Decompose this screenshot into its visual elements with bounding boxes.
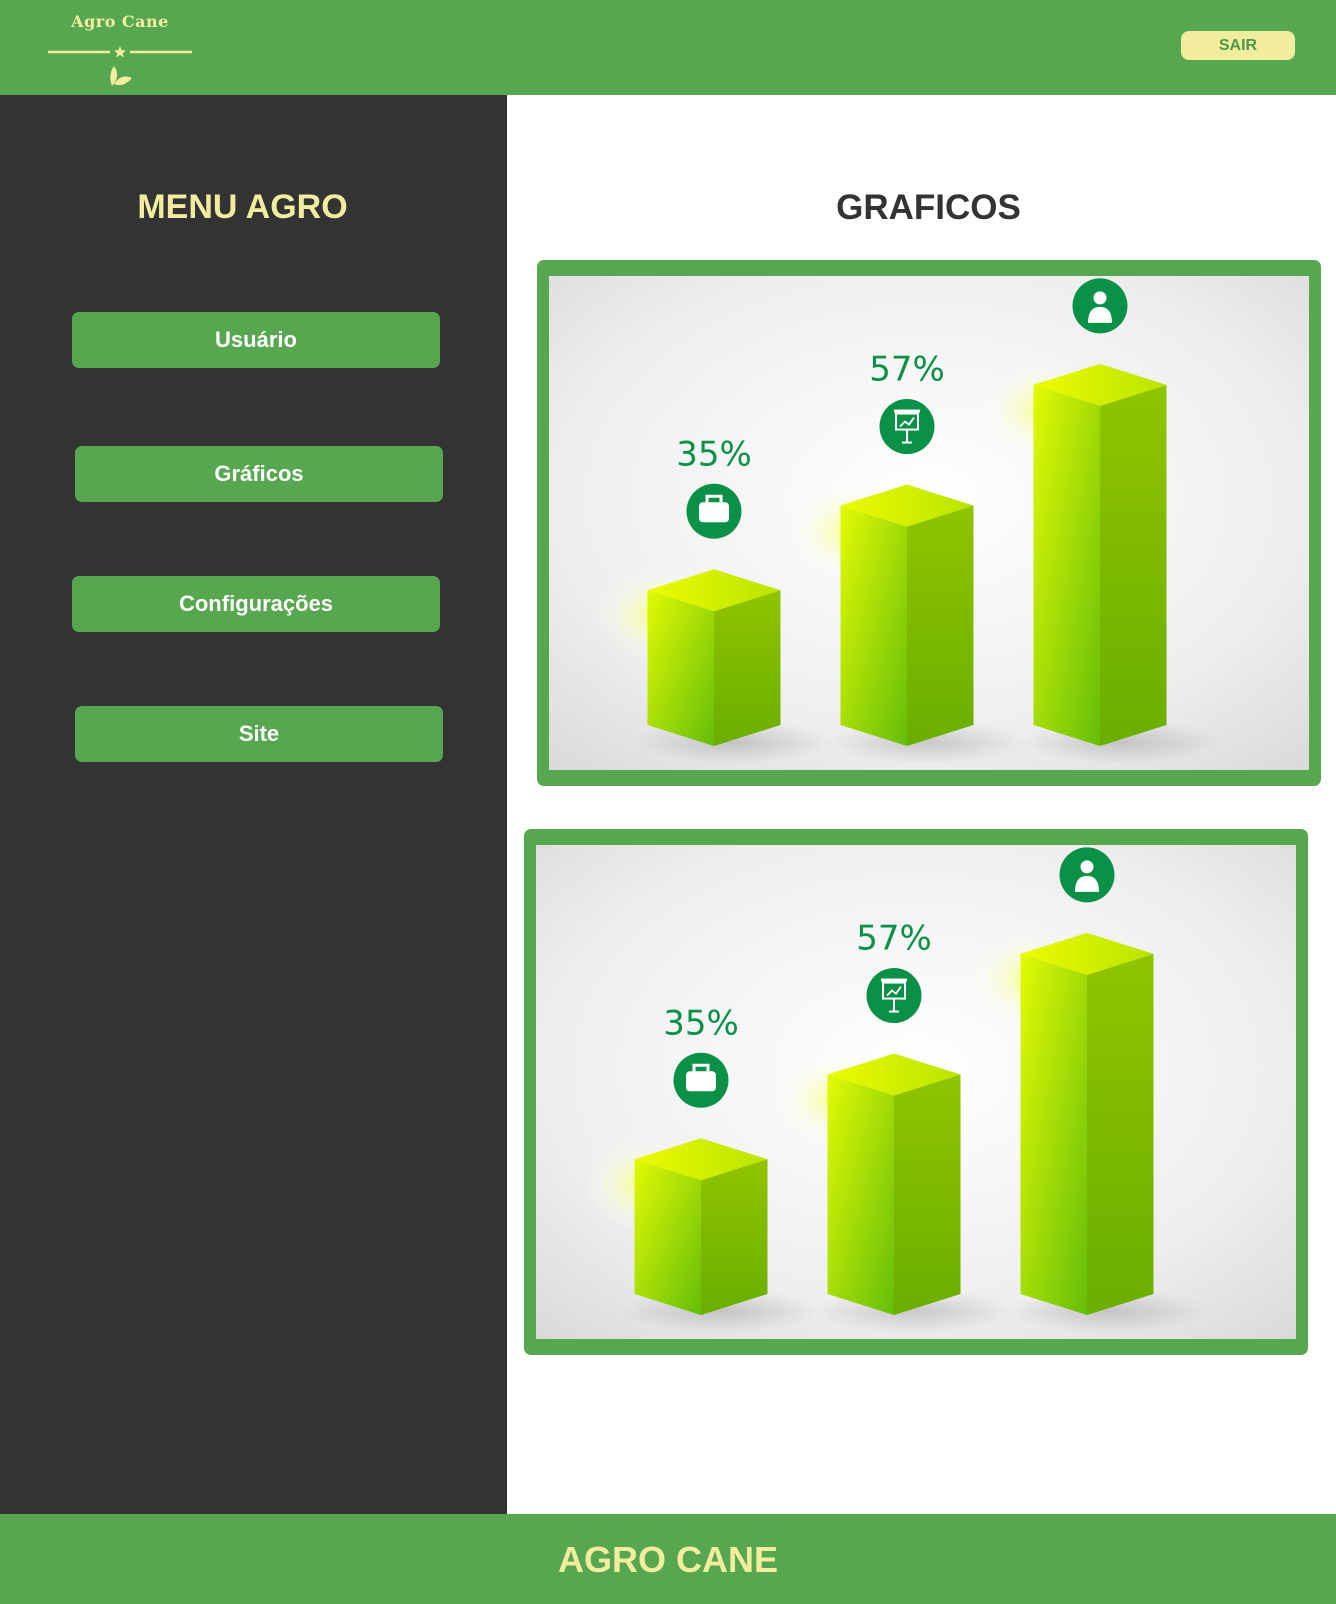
sidebar-item-site[interactable]: Site (75, 706, 443, 762)
sidebar-item-usuario[interactable]: Usuário (72, 312, 440, 368)
footer-text: AGRO CANE (557, 1539, 778, 1580)
bar-value-label: 35% (676, 434, 752, 474)
presentation-icon (866, 968, 922, 1024)
logo: Agro Cane (46, 8, 194, 86)
sidebar: MENU AGRO Usuário Gráficos Configurações… (0, 95, 507, 1514)
chart-card-2: 35% 57% (524, 829, 1308, 1355)
user-icon (1072, 278, 1128, 334)
bar-value-label: 57% (856, 919, 932, 959)
sidebar-item-graficos[interactable]: Gráficos (75, 446, 443, 502)
footer: AGRO CANE (0, 1514, 1336, 1604)
bar-chart-1: 35% 57% (549, 276, 1309, 770)
sidebar-title: MENU AGRO (137, 188, 348, 226)
chart-card-1: 35% 57% (537, 260, 1321, 786)
briefcase-icon (673, 1052, 729, 1108)
page-title: GRAFICOS (836, 188, 1021, 227)
sidebar-item-configuracoes[interactable]: Configurações (72, 576, 440, 632)
top-bar: Agro Cane SAIR (0, 0, 1336, 95)
leaf-logo-icon (48, 46, 192, 86)
presentation-icon (879, 399, 935, 455)
user-icon (1059, 847, 1115, 903)
briefcase-icon (686, 483, 742, 539)
bar-value-label: 57% (869, 350, 945, 390)
bar-value-label: 35% (663, 1003, 739, 1043)
logo-text: Agro Cane (71, 12, 169, 31)
logout-button[interactable]: SAIR (1181, 31, 1295, 60)
bar-chart-2: 35% 57% (536, 845, 1296, 1339)
